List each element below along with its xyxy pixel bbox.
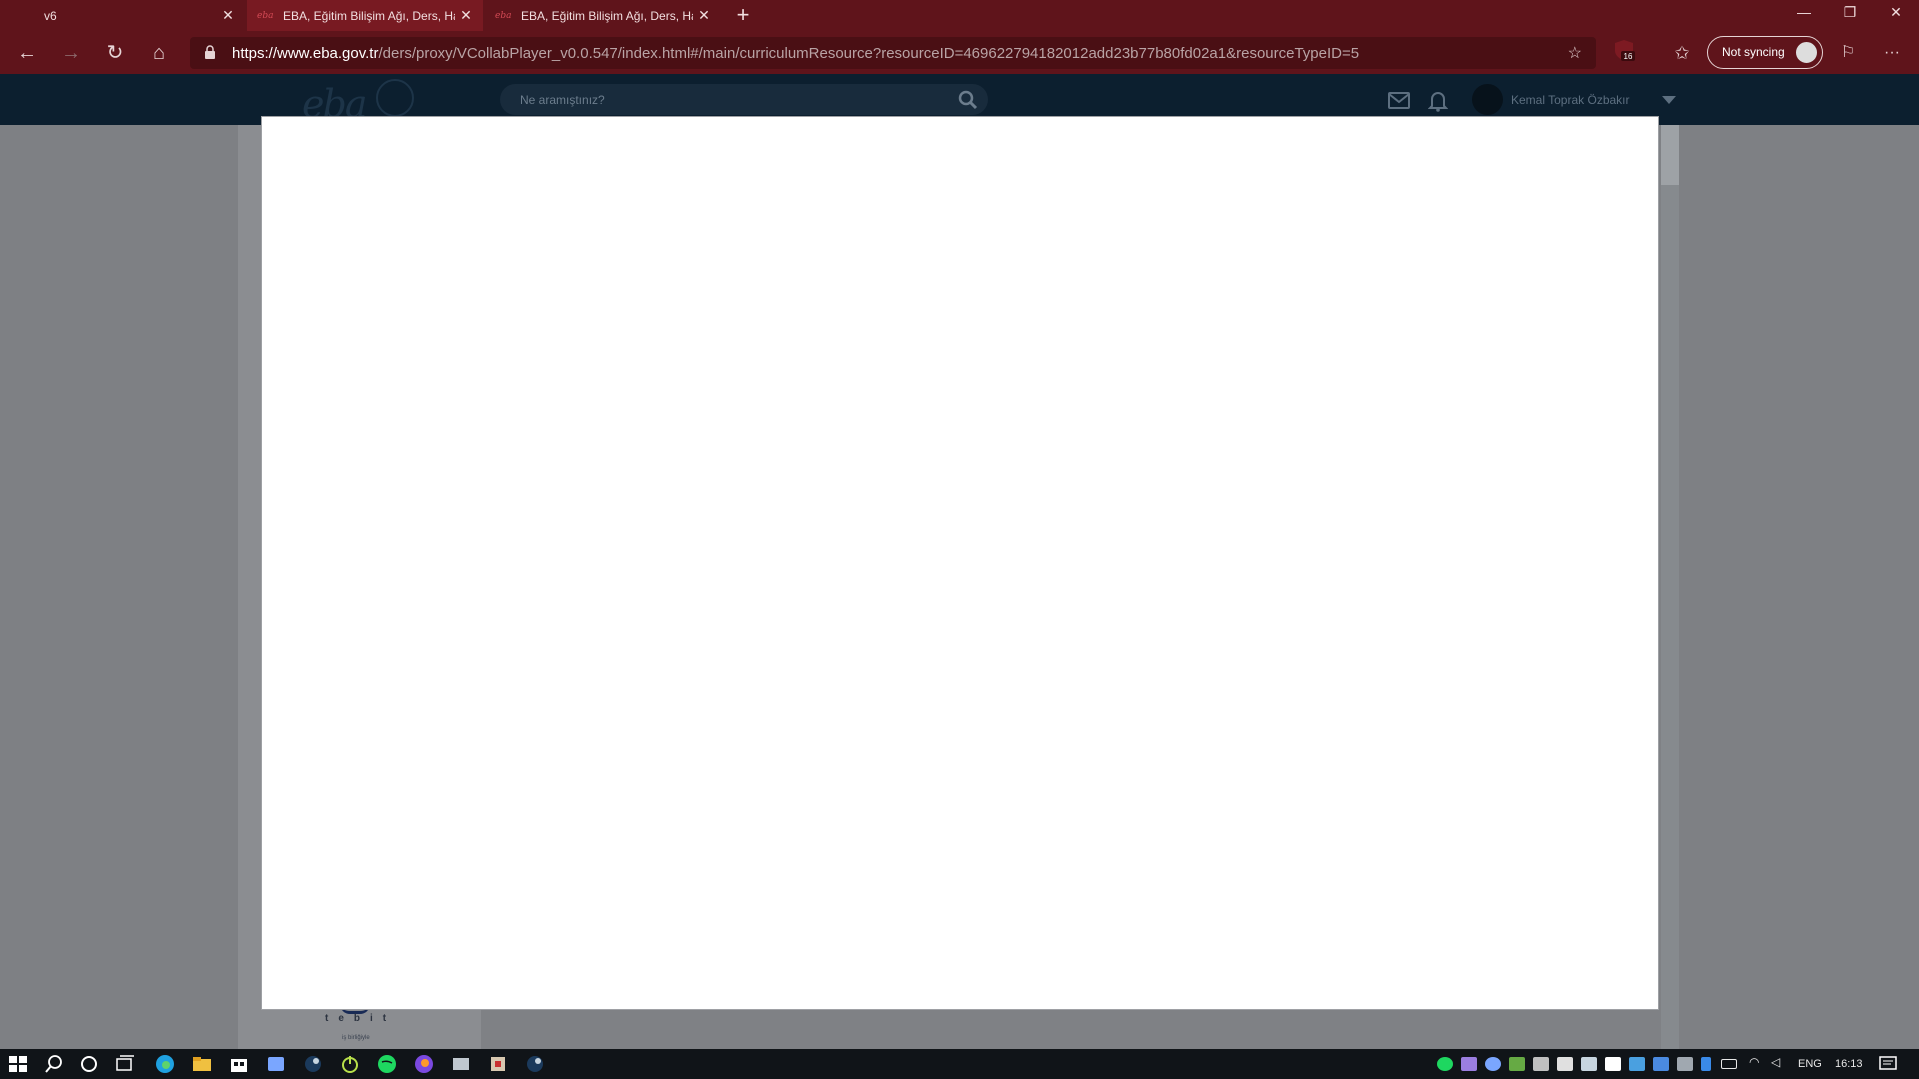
search-icon[interactable] [43,1053,65,1075]
refresh-icon[interactable]: ↻ [102,40,128,66]
eba-favicon-icon: eba [257,11,274,21]
steam-icon[interactable] [524,1053,546,1075]
url-host: https://www.eba.gov.tr [232,45,379,62]
url-path: /ders/proxy/VCollabPlayer_v0.0.547/index… [378,45,1360,62]
new-tab-button[interactable]: + [731,4,755,28]
user-avatar[interactable] [1472,84,1503,115]
feedback-icon[interactable]: ⚐ [1835,40,1861,66]
restore-icon[interactable]: ❐ [1827,0,1873,31]
tab-title: EBA, Eğitim Bilişim Ağı, Ders, Hal [283,8,455,23]
volume-icon[interactable]: ◁ [1771,1055,1787,1069]
keyboard-tray-icon[interactable] [1533,1057,1549,1071]
partner-logo: tebit [325,1013,397,1024]
profile-avatar [1794,40,1819,65]
url-text[interactable]: https://www.eba.gov.tr/ders/proxy/VColla… [232,45,1359,62]
browser-title-bar: v6 ✕ eba EBA, Eğitim Bilişim Ağı, Ders, … [0,0,1919,31]
app-tray-icon[interactable] [1653,1057,1669,1071]
tab-title: EBA, Eğitim Bilişim Ağı, Ders, Hal [521,8,693,23]
lock-icon [205,45,215,59]
favorite-star-icon[interactable]: ☆ [1568,43,1582,63]
battery-icon[interactable] [1721,1059,1737,1069]
app-tray-icon[interactable] [1605,1057,1621,1071]
app-tray-icon[interactable] [1509,1057,1525,1071]
spotify-icon[interactable] [376,1053,398,1075]
extension-badge: 16 [1624,52,1633,61]
clock[interactable]: 16:13 [1835,1058,1863,1070]
app-icon[interactable] [450,1053,472,1075]
app-icon[interactable] [487,1053,509,1075]
steam-tray-icon[interactable] [1581,1057,1597,1071]
search-input[interactable]: Ne aramıştınız? [500,84,988,115]
file-explorer-icon[interactable] [191,1053,213,1075]
forward-icon[interactable]: → [58,40,84,66]
notification-bell-icon[interactable] [1428,90,1448,112]
tab-eba[interactable]: eba EBA, Eğitim Bilişim Ağı, Ders, Hal ✕ [485,0,721,31]
close-tab-icon[interactable]: ✕ [459,8,473,22]
windows-taskbar: ◠ ◁ ENG 16:13 [0,1049,1919,1079]
task-view-icon[interactable] [114,1053,136,1075]
app-tray-icon[interactable] [1677,1057,1693,1071]
store-icon[interactable] [228,1053,250,1075]
profile-sync-button[interactable]: Not syncing [1707,36,1823,69]
sync-label: Not syncing [1722,45,1785,59]
home-icon[interactable]: ⌂ [146,40,172,66]
app-tray-icon[interactable] [1485,1057,1501,1071]
tab-title: v6 [44,8,57,23]
ublock-extension-icon[interactable]: 16 [1613,39,1635,63]
power-icon[interactable] [339,1053,361,1075]
app-icon[interactable] [265,1053,287,1075]
bluetooth-tray-icon[interactable] [1701,1057,1711,1071]
close-window-icon[interactable]: ✕ [1873,0,1919,31]
mail-icon[interactable] [1388,92,1410,109]
resource-player-modal[interactable] [261,116,1659,1010]
page-scrollbar[interactable] [1661,125,1679,1049]
tab-v6[interactable]: v6 ✕ [0,0,245,31]
firefox-icon[interactable] [413,1053,435,1075]
partner-logo-subtitle: iş birliğiyle [342,1035,370,1041]
minimize-icon[interactable]: — [1781,0,1827,31]
wifi-icon[interactable]: ◠ [1749,1055,1765,1069]
tab-eba-active[interactable]: eba EBA, Eğitim Bilişim Ağı, Ders, Hal ✕ [247,0,483,31]
cortana-icon[interactable] [78,1053,100,1075]
more-options-icon[interactable]: ··· [1879,40,1905,66]
monitor-tray-icon[interactable] [1629,1057,1645,1071]
edge-icon[interactable] [154,1053,176,1075]
pen-tray-icon[interactable] [1461,1057,1477,1071]
scrollbar-thumb[interactable] [1661,125,1679,185]
spotify-tray-icon[interactable] [1437,1057,1453,1071]
close-tab-icon[interactable]: ✕ [697,8,711,22]
eba-favicon-icon: eba [495,11,512,21]
steam-icon[interactable] [302,1053,324,1075]
meb-emblem-icon [376,79,414,117]
browser-toolbar: ← → ↻ ⌂ https://www.eba.gov.tr/ders/prox… [0,31,1919,74]
discord-tray-icon[interactable] [1557,1057,1573,1071]
user-name[interactable]: Kemal Toprak Özbakır [1511,93,1630,107]
close-tab-icon[interactable]: ✕ [221,8,235,22]
search-placeholder: Ne aramıştınız? [520,93,605,107]
favorites-icon[interactable]: ✩ [1669,40,1695,66]
action-center-icon[interactable] [1877,1053,1899,1075]
address-bar[interactable]: https://www.eba.gov.tr/ders/proxy/VColla… [190,37,1596,69]
back-icon[interactable]: ← [14,40,40,66]
start-icon[interactable] [7,1053,29,1075]
chevron-down-icon[interactable] [1662,96,1676,104]
language-indicator[interactable]: ENG [1798,1058,1822,1070]
search-icon[interactable] [958,90,978,110]
